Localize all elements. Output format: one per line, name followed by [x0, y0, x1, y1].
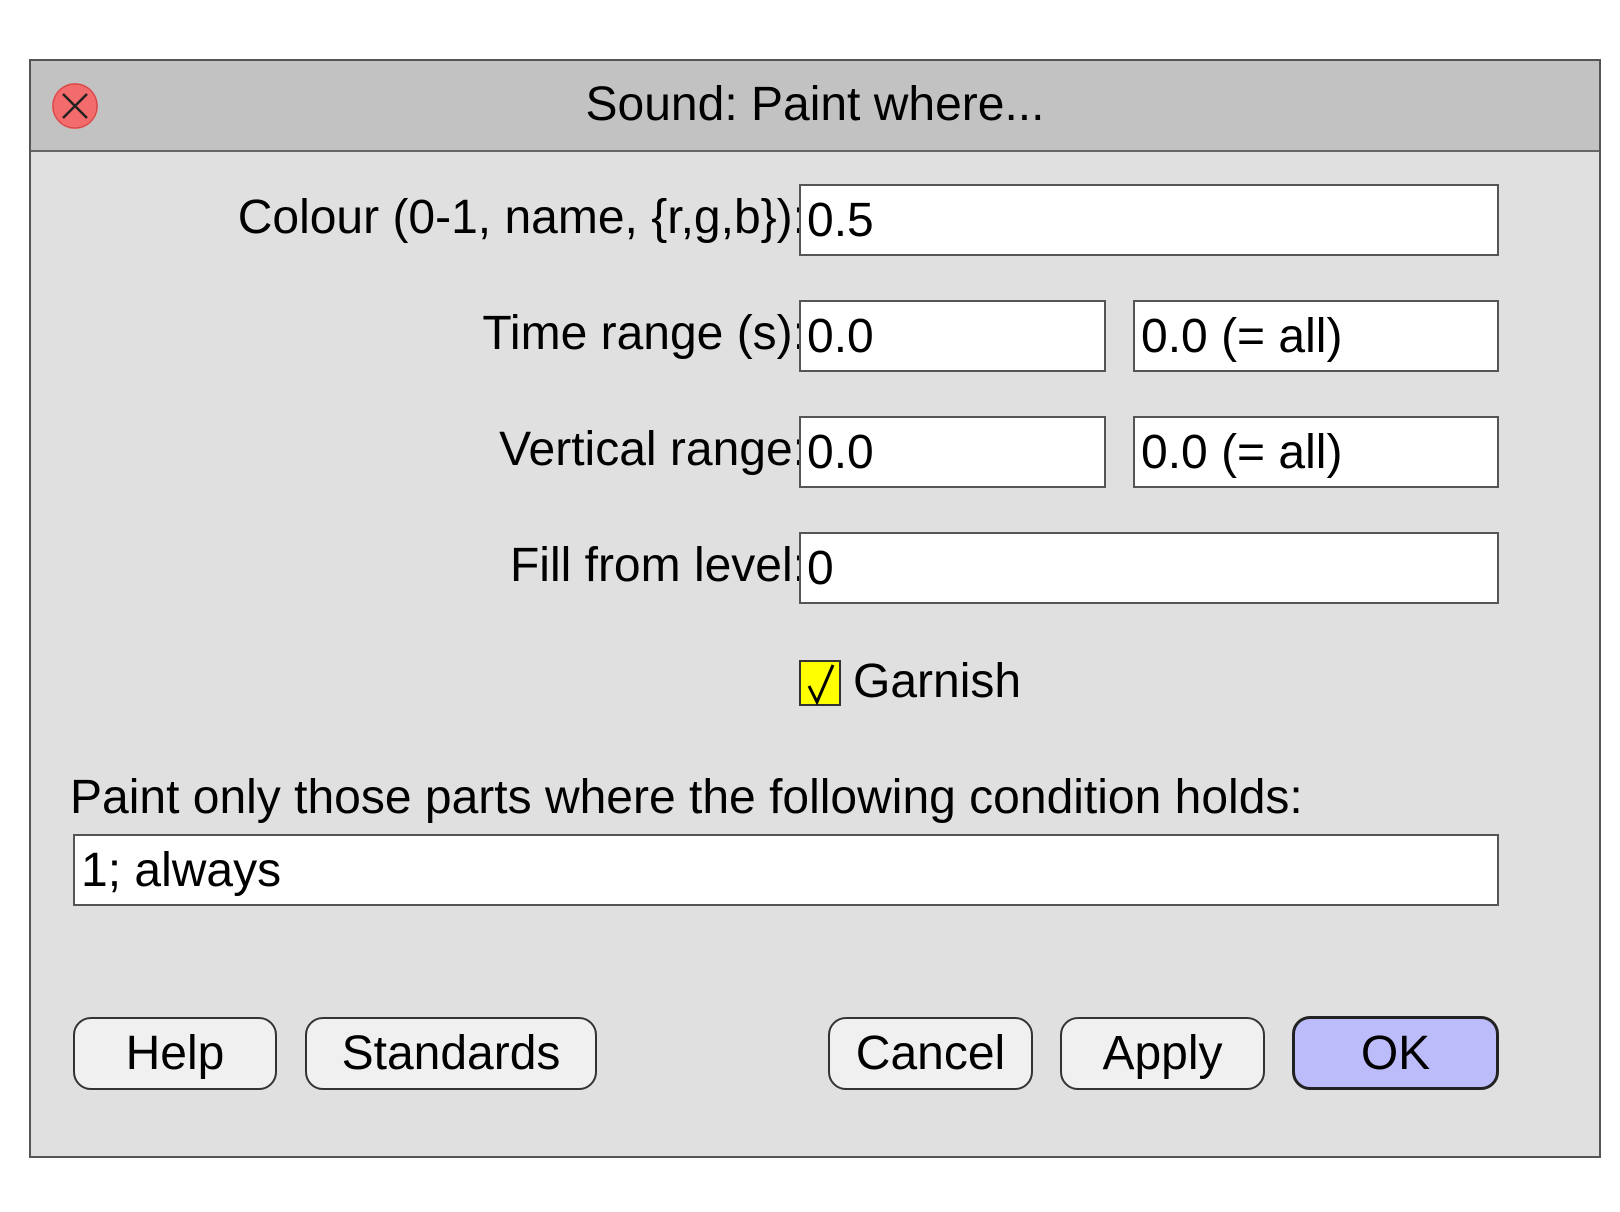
- cancel-button[interactable]: Cancel: [828, 1017, 1033, 1090]
- fill-from-level-label: Fill from level:: [509, 539, 806, 592]
- colour-label: Colour (0-1, name, {r,g,b}):: [237, 191, 806, 244]
- apply-button[interactable]: Apply: [1060, 1017, 1265, 1090]
- window-title: Sound: Paint where...: [585, 78, 1045, 131]
- garnish-checkbox[interactable]: [799, 660, 841, 706]
- time-range-from-input[interactable]: [799, 300, 1106, 372]
- vertical-range-label: Vertical range:: [499, 423, 806, 476]
- vertical-range-to-input[interactable]: [1133, 416, 1499, 488]
- garnish-label: Garnish: [853, 655, 1022, 708]
- title-bar: Sound: Paint where...: [31, 61, 1599, 152]
- dialog-window: Sound: Paint where... Colour (0-1, name,…: [29, 59, 1601, 1158]
- help-button[interactable]: Help: [73, 1017, 277, 1090]
- vertical-range-from-input[interactable]: [799, 416, 1106, 488]
- ok-button[interactable]: OK: [1292, 1016, 1499, 1090]
- time-range-to-input[interactable]: [1133, 300, 1499, 372]
- condition-input[interactable]: [73, 834, 1499, 906]
- standards-button[interactable]: Standards: [305, 1017, 597, 1090]
- fill-from-level-input[interactable]: [799, 532, 1499, 604]
- checkmark-icon: [807, 664, 835, 706]
- time-range-label: Time range (s):: [482, 307, 806, 360]
- condition-label: Paint only those parts where the followi…: [70, 771, 1303, 824]
- colour-input[interactable]: [799, 184, 1499, 256]
